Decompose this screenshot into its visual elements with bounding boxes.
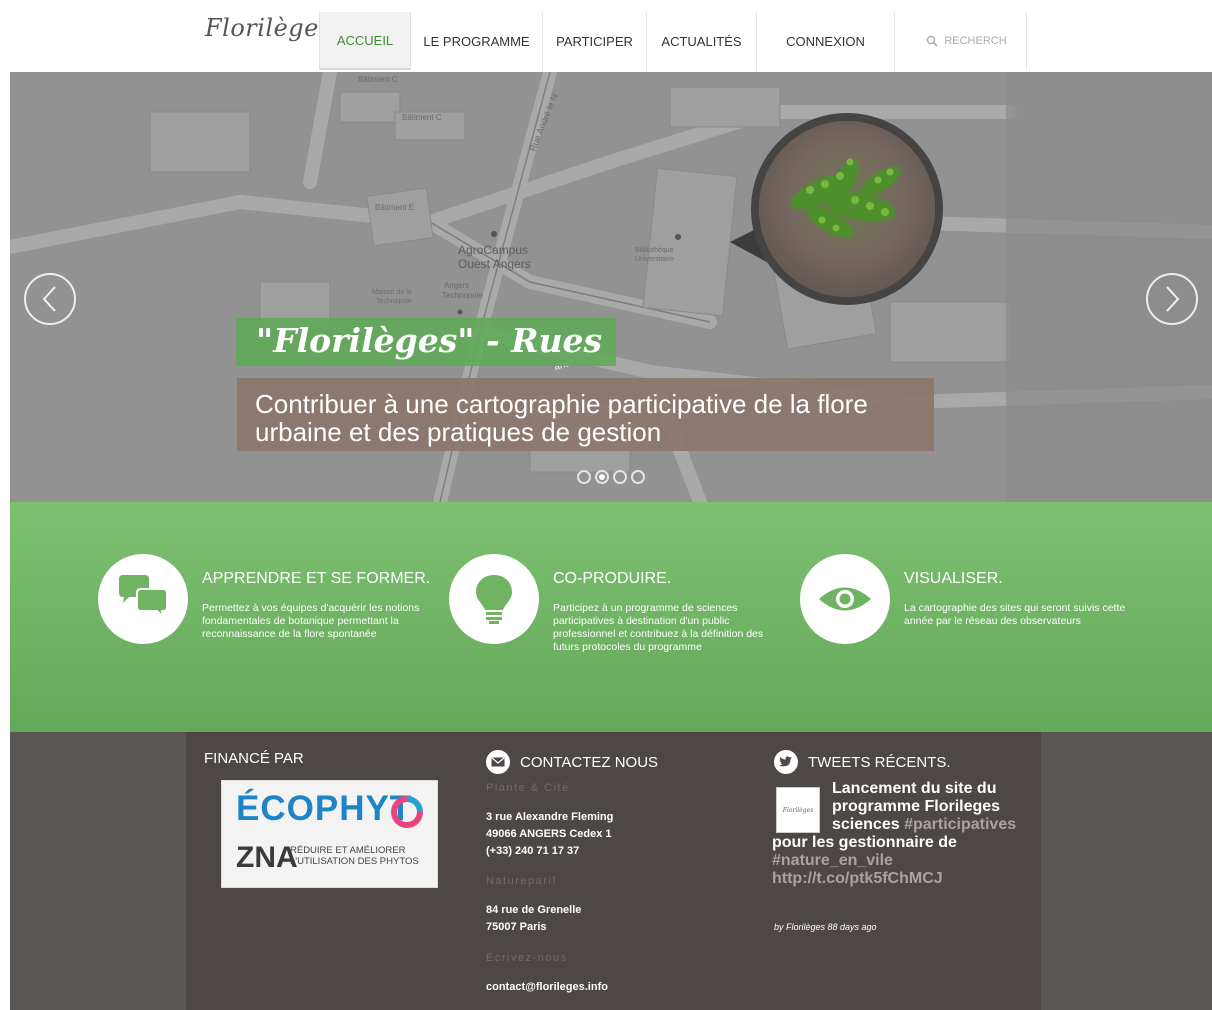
slider-dot-2[interactable] <box>595 470 609 484</box>
tweet-word-sciences: sciences <box>832 816 900 833</box>
tweet-meta: by Florilèges 88 days ago <box>774 922 877 932</box>
slide-title: "Florilèges" - Rues <box>236 318 617 366</box>
feature-visualiser-desc: La cartographie des sites qui seront sui… <box>904 602 1126 627</box>
map-label-angers: Angers <box>444 281 469 290</box>
feature-coproduire-desc: Participez à un programme de sciences pa… <box>553 602 764 653</box>
feature-apprendre-title: APPRENDRE ET SE FORMER. <box>202 570 431 587</box>
ecophyto-tagline-2: L'UTILISATION DES PHYTOS <box>290 856 419 867</box>
site-logo[interactable]: Florilèges <box>205 14 332 42</box>
map-label-maison: Maison de la <box>372 289 412 296</box>
features-band: APPRENDRE ET SE FORMER. Permettez à vos … <box>10 502 1212 732</box>
tweets-title: TWEETS RÉCENTS. <box>808 753 951 771</box>
tweet-hashtag-nature[interactable]: #nature_en_vile <box>772 852 1028 870</box>
tweets-heading: TWEETS RÉCENTS. <box>774 750 951 774</box>
tweet-hashtag-participatives[interactable]: #participatives <box>904 816 1016 833</box>
map-label-ouest-angers: Ouest Angers <box>458 257 531 271</box>
ecophyto-wordmark: ÉCOPHYT <box>236 789 413 828</box>
menu-item-accueil[interactable]: ACCUEIL <box>319 12 411 70</box>
address-2-city: 75007 Paris <box>486 921 547 933</box>
map-label-angers-techno: Technopole <box>442 291 483 300</box>
chevron-right-icon <box>1166 286 1180 312</box>
address-1-phone[interactable]: (+33) 240 71 17 37 <box>486 843 613 860</box>
menu-item-participer[interactable]: PARTICIPER <box>543 12 647 70</box>
tweet-text: Lancement du site du programme Florilege… <box>772 780 1028 888</box>
ecophyto-logo[interactable]: ÉCOPHYT ZNA RÉDUIRE ET AMÉLIORER L'UTILI… <box>221 780 438 888</box>
feature-visualiser-title: VISUALISER. <box>904 570 1003 587</box>
chevron-left-icon <box>42 286 56 312</box>
contact-heading: CONTACTEZ NOUS <box>486 750 658 774</box>
ecophyto-tagline: RÉDUIRE ET AMÉLIORER L'UTILISATION DES P… <box>290 845 419 867</box>
map-label-agrocampus: AgroCampus <box>458 243 528 257</box>
contact-org-2: Natureparif <box>486 875 557 887</box>
slider-next-button[interactable] <box>1146 273 1198 325</box>
funded-title: FINANCÉ PAR <box>204 750 304 767</box>
footer: FINANCÉ PAR ÉCOPHYT ZNA RÉDUIRE ET AMÉLI… <box>10 732 1212 1010</box>
slider-prev-button[interactable] <box>24 273 76 325</box>
lightbulb-icon <box>476 575 512 624</box>
map-label-bibliotheque: Bibliothèque <box>635 247 674 254</box>
map-label-batiment-c: Bâtiment C <box>358 75 398 84</box>
map-label-maison-techno: Technopole <box>376 298 412 305</box>
feature-visualiser-circle[interactable] <box>800 554 890 644</box>
contact-address-1: 3 rue Alexandre Fleming 49066 ANGERS Ced… <box>486 809 613 860</box>
twitter-bird-icon <box>774 750 798 774</box>
address-2-street: 84 rue de Grenelle <box>486 904 582 916</box>
map-label-universitaire: Universitaire <box>635 256 674 263</box>
slider-dot-1[interactable] <box>577 470 591 484</box>
contact-title: CONTACTEZ NOUS <box>520 753 659 771</box>
footer-inner: FINANCÉ PAR ÉCOPHYT ZNA RÉDUIRE ET AMÉLI… <box>186 732 1041 1010</box>
write-us-label: Écrivez-nous <box>486 952 568 964</box>
tweet-line-4: pour les gestionnaire de <box>772 834 957 851</box>
slider-pagination <box>577 470 649 484</box>
feature-coproduire-circle[interactable] <box>449 554 539 644</box>
menu-item-connexion[interactable]: CONNEXION <box>757 12 895 70</box>
feature-apprendre-circle[interactable] <box>98 554 188 644</box>
slide-subtitle-line1: Contribuer à une cartographie participat… <box>255 389 868 419</box>
contact-address-2: 84 rue de Grenelle 75007 Paris <box>486 902 581 936</box>
map-label-batiment-c2: Bâtiment C <box>402 113 442 122</box>
search-input[interactable]: RECHERCH <box>944 35 1006 47</box>
chat-bubbles-icon <box>119 575 168 620</box>
contact-org-1: Plante & Cité <box>486 782 570 794</box>
slider-dot-4[interactable] <box>631 470 645 484</box>
feature-coproduire-title: CO-PRODUIRE. <box>553 570 672 587</box>
tweet-link[interactable]: http://t.co/ptk5fChMCJ <box>772 870 1028 888</box>
slide-subtitle: Contribuer à une cartographie participat… <box>237 378 934 451</box>
address-1-city: 49066 ANGERS Cedex 1 <box>486 828 612 840</box>
ecophyto-tagline-1: RÉDUIRE ET AMÉLIORER <box>290 845 406 856</box>
search-box[interactable]: RECHERCH <box>895 12 1027 70</box>
slide-subtitle-line2: urbaine et des pratiques de gestion <box>255 417 662 447</box>
tweet-line-2: programme Florileges <box>832 798 1001 815</box>
zna-wordmark: ZNA <box>236 841 298 874</box>
ecophyto-o-icon <box>391 796 423 828</box>
menu-item-programme[interactable]: LE PROGRAMME <box>411 12 543 70</box>
envelope-icon <box>486 750 510 774</box>
feature-apprendre-desc: Permettez à vos équipes d'acquérir les n… <box>202 602 420 640</box>
menu-item-actualites[interactable]: ACTUALITÉS <box>647 12 757 70</box>
tweet-line-1: Lancement du site du <box>832 780 997 797</box>
slider-dot-3[interactable] <box>613 470 627 484</box>
eye-icon <box>819 587 871 611</box>
map-label-batiment-e: Bâtiment E <box>375 203 414 212</box>
address-1-street: 3 rue Alexandre Fleming <box>486 811 614 823</box>
top-navigation: Florilèges ACCUEIL LE PROGRAMME PARTICIP… <box>10 0 1212 72</box>
contact-email-link[interactable]: contact@florileges.info <box>486 979 608 996</box>
main-menu: ACCUEIL LE PROGRAMME PARTICIPER ACTUALIT… <box>319 12 1027 70</box>
tweet-line-3: sciences #participatives <box>772 816 1028 834</box>
search-icon <box>927 35 938 47</box>
hero-slider: Bâtiment C Bâtiment C Bâtiment E Rue And… <box>10 72 1212 502</box>
page: Florilèges ACCUEIL LE PROGRAMME PARTICIP… <box>10 0 1212 1010</box>
